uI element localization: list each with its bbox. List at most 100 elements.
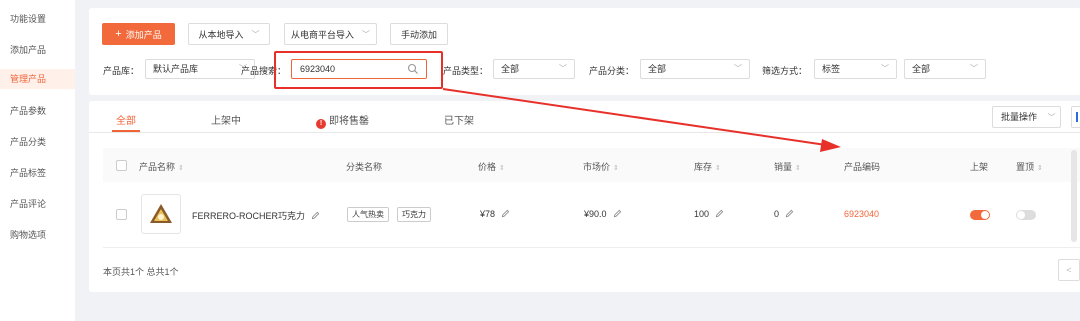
market-price-value: ¥90.0: [584, 209, 607, 219]
column-header-pinned[interactable]: 置顶 ⇕: [1016, 160, 1043, 173]
add-product-button[interactable]: + 添加产品: [102, 23, 175, 45]
tab-almost-sold-out[interactable]: ! 即将售罄: [316, 112, 369, 129]
tab-off-shelf[interactable]: 已下架: [444, 112, 474, 127]
import-local-button[interactable]: 从本地导入 ﹀: [188, 23, 270, 45]
column-header-category: 分类名称: [346, 162, 383, 172]
category-select-value: 全部: [648, 64, 667, 74]
column-header-name[interactable]: 产品名称 ⇕: [139, 160, 184, 173]
sidebar-item-shopping-options[interactable]: 购物选项: [10, 228, 46, 241]
category-tag: 巧克力: [397, 207, 431, 222]
prev-page-button[interactable]: <: [1058, 259, 1080, 281]
filter-panel: [89, 8, 1080, 95]
stock-value: 100: [694, 209, 710, 219]
sidebar: 功能设置 添加产品 管理产品 产品参数 产品分类 产品标签 产品评论 购物选项: [0, 0, 75, 321]
import-ecommerce-label: 从电商平台导入: [290, 29, 354, 40]
column-header-stock[interactable]: 库存 ⇕: [694, 160, 721, 173]
product-list-panel: [89, 101, 1080, 292]
edit-icon[interactable]: [311, 211, 320, 220]
toggle-knob: [1017, 211, 1025, 219]
sort-icon[interactable]: ⇕: [715, 165, 721, 172]
chevron-down-icon: ﹀: [1047, 113, 1056, 122]
annotation-highlight-box: [274, 51, 443, 89]
filter-method-label: 筛选方式：: [762, 66, 808, 76]
edit-icon[interactable]: [613, 209, 622, 218]
header-sales-label: 销量: [774, 162, 793, 172]
edit-icon[interactable]: [785, 209, 794, 218]
chevron-down-icon: ﹀: [970, 64, 978, 73]
library-select[interactable]: 默认产品库 ﹀: [145, 59, 255, 79]
sort-icon[interactable]: ⇕: [1037, 165, 1043, 172]
type-label: 产品类型：: [443, 66, 489, 76]
column-header-sales[interactable]: 销量 ⇕: [774, 160, 801, 173]
edit-icon[interactable]: [501, 209, 510, 218]
sort-icon[interactable]: ⇕: [178, 165, 184, 172]
toggle-knob: [981, 211, 989, 219]
chevron-down-icon: ﹀: [559, 64, 567, 73]
vertical-scrollbar[interactable]: [1071, 150, 1077, 242]
category-tag: 人气热卖: [347, 207, 389, 222]
sales-cell: 0: [774, 209, 794, 219]
import-ecommerce-button[interactable]: 从电商平台导入 ﹀: [284, 23, 377, 45]
market-price-cell: ¥90.0: [584, 209, 622, 219]
stock-cell: 100: [694, 209, 724, 219]
product-thumbnail[interactable]: [141, 194, 181, 234]
product-image: [150, 204, 172, 223]
library-select-value: 默认产品库: [153, 64, 199, 74]
type-select[interactable]: 全部 ﹀: [493, 59, 575, 79]
column-header-price[interactable]: 价格 ⇕: [478, 160, 505, 173]
batch-operations-label: 批量操作: [1001, 112, 1038, 122]
tab-all[interactable]: 全部: [116, 112, 136, 127]
sidebar-item-settings[interactable]: 功能设置: [10, 12, 46, 25]
tab-almost-sold-out-label: 即将售罄: [329, 116, 369, 127]
header-pinned-label: 置顶: [1016, 162, 1035, 172]
header-name-label: 产品名称: [139, 162, 176, 172]
type-select-value: 全部: [501, 64, 520, 74]
header-price-label: 价格: [478, 162, 497, 172]
library-label: 产品库：: [103, 66, 140, 76]
sales-value: 0: [774, 209, 780, 219]
category-label: 产品分类：: [589, 66, 635, 76]
header-market-price-label: 市场价: [583, 162, 611, 172]
sidebar-item-manage-products[interactable]: 管理产品: [0, 69, 75, 89]
sidebar-item-categories[interactable]: 产品分类: [10, 135, 46, 148]
row-checkbox[interactable]: [116, 209, 127, 220]
pinned-toggle[interactable]: [1016, 210, 1036, 220]
filter-method-value: 标签: [822, 64, 841, 74]
pagination-summary: 本页共1个 总共1个: [103, 267, 179, 277]
filter-value-select[interactable]: 全部 ﹀: [904, 59, 986, 79]
price-cell: ¥78: [480, 209, 510, 219]
sidebar-item-parameters[interactable]: 产品参数: [10, 104, 46, 117]
row-divider: [103, 247, 1080, 248]
product-name-text: FERRERO-ROCHER巧克力: [192, 211, 306, 221]
sort-icon[interactable]: ⇕: [613, 165, 619, 172]
batch-operations-button[interactable]: 批量操作 ﹀: [992, 106, 1061, 128]
tabs-divider: [89, 132, 1080, 133]
sidebar-item-add-product[interactable]: 添加产品: [10, 43, 46, 56]
manual-add-button[interactable]: 手动添加: [390, 23, 448, 45]
filter-value-value: 全部: [912, 64, 931, 74]
price-value: ¥78: [480, 209, 496, 219]
column-header-market-price[interactable]: 市场价 ⇕: [583, 160, 619, 173]
sort-icon[interactable]: ⇕: [499, 165, 505, 172]
column-header-code: 产品编码: [844, 162, 881, 172]
filter-method-select[interactable]: 标签 ﹀: [814, 59, 897, 79]
category-select[interactable]: 全部 ﹀: [640, 59, 750, 79]
listed-toggle[interactable]: [970, 210, 990, 220]
sidebar-item-reviews[interactable]: 产品评论: [10, 197, 46, 210]
product-code[interactable]: 6923040: [844, 209, 879, 219]
sort-icon[interactable]: ⇕: [795, 165, 801, 172]
sidebar-item-tags[interactable]: 产品标签: [10, 166, 46, 179]
product-name: FERRERO-ROCHER巧克力: [192, 209, 320, 222]
select-all-checkbox[interactable]: [116, 160, 127, 171]
secondary-action-button[interactable]: [1071, 106, 1080, 128]
column-header-listed: 上架: [970, 162, 989, 172]
add-product-label: 添加产品: [125, 29, 162, 40]
tab-on-shelf[interactable]: 上架中: [211, 112, 241, 127]
edit-icon[interactable]: [715, 209, 724, 218]
chevron-down-icon: ﹀: [734, 64, 742, 73]
chevron-down-icon: ﹀: [251, 29, 260, 39]
chevron-down-icon: ﹀: [881, 64, 889, 73]
chevron-down-icon: ﹀: [362, 29, 370, 39]
import-local-label: 从本地导入: [198, 29, 244, 40]
header-stock-label: 库存: [694, 162, 713, 172]
